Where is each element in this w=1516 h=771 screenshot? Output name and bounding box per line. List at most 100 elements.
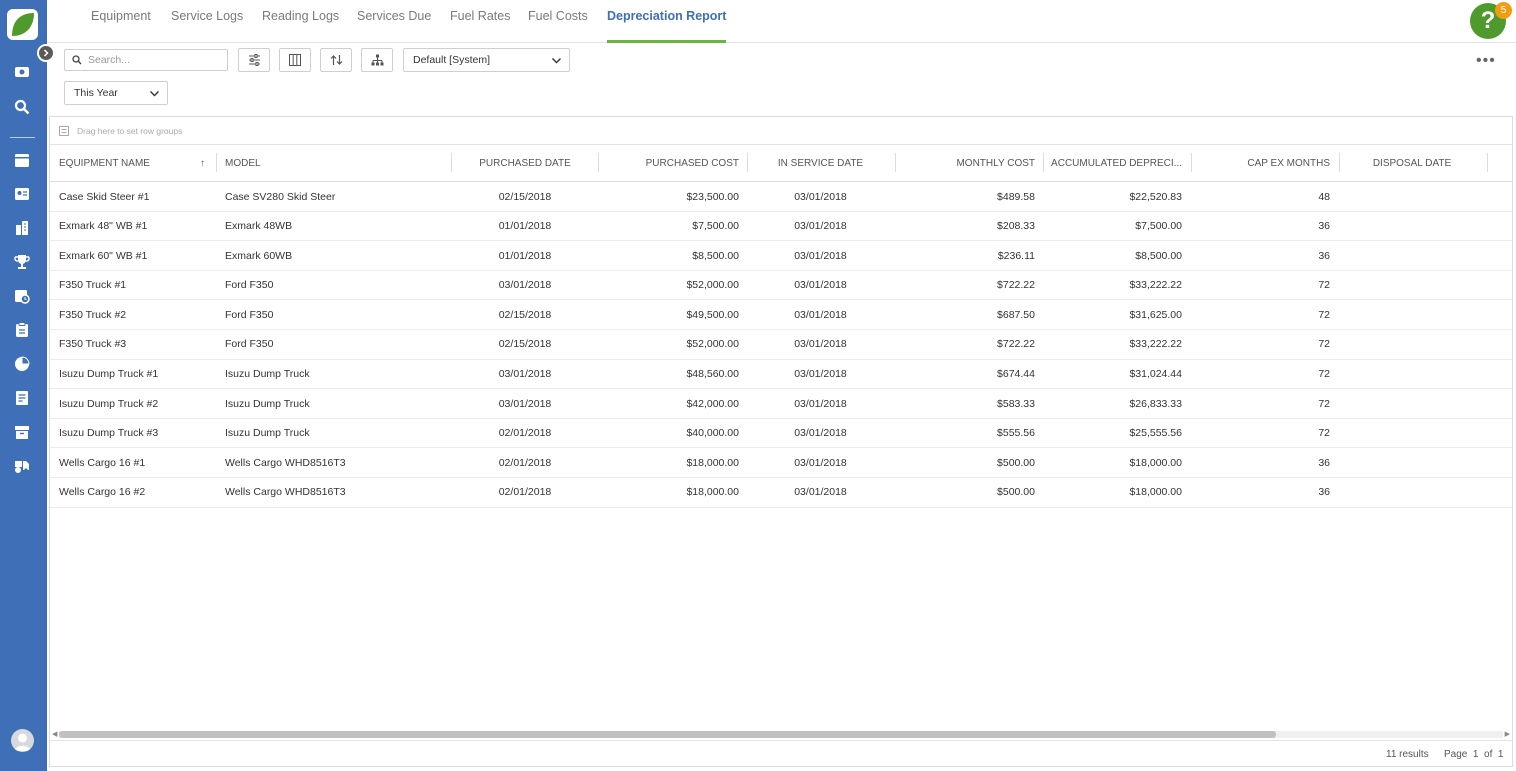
table-cell: Isuzu Dump Truck #1 (59, 368, 159, 381)
scroll-left-icon[interactable]: ◀ (52, 730, 57, 738)
sidebar-item-building[interactable] (13, 219, 31, 237)
tab-equipment[interactable]: Equipment (91, 9, 151, 43)
column-resize-handle[interactable] (451, 153, 452, 172)
column-resize-handle[interactable] (1043, 153, 1044, 172)
more-options-button[interactable]: ••• (1476, 52, 1496, 70)
table-cell: $31,625.00 (1129, 308, 1182, 321)
tab-services-due[interactable]: Services Due (357, 9, 431, 43)
table-row[interactable]: F350 Truck #2 Ford F350 02/15/2018 $49,500.… (50, 300, 1512, 330)
column-resize-handle[interactable] (598, 153, 599, 172)
search-box[interactable] (64, 49, 228, 71)
table-cell: 03/01/2018 (498, 279, 552, 292)
columns-button[interactable] (279, 48, 311, 72)
period-select[interactable]: This Year (64, 81, 168, 105)
sidebar-item-archive[interactable] (13, 423, 31, 441)
hierarchy-icon (371, 54, 383, 66)
scroll-right-icon[interactable]: ▶ (1505, 730, 1510, 738)
table-cell: Exmark 48WB (225, 220, 293, 233)
column-header-equipment-name[interactable]: Equipment Name (59, 145, 209, 182)
sort-ascending-icon[interactable]: ↑ (200, 145, 210, 182)
tab-fuel-rates[interactable]: Fuel Rates (450, 9, 510, 43)
table-cell: 72 (1318, 279, 1330, 292)
row-group-dropzone[interactable]: Drag here to set row groups (50, 117, 1512, 145)
chevron-down-icon (552, 58, 561, 64)
app-logo-icon[interactable] (7, 9, 38, 40)
table-cell: $7,500.00 (1135, 220, 1182, 233)
sidebar-item-trophy[interactable] (13, 253, 31, 271)
sidebar-item-report[interactable] (13, 389, 31, 407)
search-input[interactable] (88, 54, 218, 66)
column-header-purchased-cost[interactable]: Purchased Cost (598, 145, 739, 182)
sidebar-divider (10, 137, 35, 138)
column-resize-handle[interactable] (1339, 153, 1340, 172)
table-row[interactable]: Wells Cargo 16 #1 Wells Cargo WHD8516T3 02… (50, 448, 1512, 478)
sort-button[interactable] (320, 48, 352, 72)
avatar[interactable] (11, 729, 34, 752)
table-row[interactable]: Isuzu Dump Truck #2 Isuzu Dump Truck 03/01… (50, 389, 1512, 419)
table-cell: 48 (1318, 190, 1330, 203)
tab-service-logs[interactable]: Service Logs (171, 9, 243, 43)
table-cell: 03/01/2018 (794, 190, 847, 203)
table-cell: 72 (1318, 397, 1330, 410)
column-header-accumulated-depreci[interactable]: Accumulated Depreci... (1042, 145, 1182, 182)
sidebar-item-schedule[interactable] (13, 287, 31, 305)
chevron-down-icon (150, 91, 159, 97)
table-row[interactable]: Isuzu Dump Truck #1 Isuzu Dump Truck 03/01… (50, 360, 1512, 390)
sidebar-item-dashboard[interactable] (13, 63, 31, 81)
table-cell (1338, 300, 1486, 329)
table-cell: F350 Truck #1 (59, 279, 127, 292)
table-cell: $687.50 (997, 308, 1035, 321)
table-cell: $31,024.44 (1129, 368, 1182, 381)
column-resize-handle[interactable] (747, 153, 748, 172)
table-cell: 72 (1318, 338, 1330, 351)
column-resize-handle[interactable] (1191, 153, 1192, 172)
table-cell: $7,500.00 (692, 220, 739, 233)
tab-fuel-costs[interactable]: Fuel Costs (528, 9, 588, 43)
column-resize-handle[interactable] (216, 153, 217, 172)
table-cell: 03/01/2018 (794, 249, 847, 262)
table-cell: 03/01/2018 (498, 368, 552, 381)
table-cell (1338, 212, 1486, 241)
table-cell: $722.22 (997, 279, 1035, 292)
tab-depreciation-report[interactable]: Depreciation Report (607, 9, 727, 43)
table-row[interactable]: Isuzu Dump Truck #3 Isuzu Dump Truck 02/01… (50, 419, 1512, 449)
table-row[interactable]: F350 Truck #1 Ford F350 03/01/2018 $52,000.… (50, 271, 1512, 301)
view-select[interactable]: Default [System] (403, 48, 570, 72)
table-cell: $18,000.00 (1129, 486, 1182, 499)
table-cell (1338, 330, 1486, 359)
contacts-card-icon (15, 188, 29, 200)
scrollbar-thumb[interactable] (59, 731, 1276, 738)
column-header-purchased-date[interactable]: Purchased Date (452, 145, 598, 182)
tab-reading-logs[interactable]: Reading Logs (262, 9, 339, 43)
sort-arrows-icon (330, 55, 342, 65)
sidebar-expand-button[interactable] (37, 44, 55, 62)
sidebar-item-equipment[interactable] (13, 457, 31, 475)
group-rows-icon (59, 125, 69, 136)
column-header-in-service-date[interactable]: In Service Date (747, 145, 894, 182)
search-icon (14, 99, 30, 115)
column-header-cap-ex-months[interactable]: Cap Ex Months (1190, 145, 1330, 182)
column-resize-handle[interactable] (895, 153, 896, 172)
sidebar-item-search[interactable] (13, 98, 31, 116)
column-header-model[interactable]: Model (225, 145, 445, 182)
sidebar-item-contacts-card[interactable] (13, 185, 31, 203)
table-cell: $25,555.56 (1129, 427, 1182, 440)
group-hierarchy-button[interactable] (361, 48, 393, 72)
filter-settings-button[interactable] (238, 48, 270, 72)
table-row[interactable]: Case Skid Steer #1 Case SV280 Skid Steer 0… (50, 182, 1512, 212)
column-resize-handle[interactable] (1487, 153, 1488, 172)
table-row[interactable]: Exmark 48" WB #1 Exmark 48WB 01/01/2018 $7,… (50, 212, 1512, 242)
sidebar-item-calendar[interactable] (13, 151, 31, 169)
sidebar-item-pie-chart[interactable] (13, 355, 31, 373)
table-cell (1338, 389, 1486, 418)
column-header-disposal-date[interactable]: Disposal Date (1338, 145, 1486, 182)
table-row[interactable]: Exmark 60" WB #1 Exmark 60WB 01/01/2018 $8,… (50, 241, 1512, 271)
table-row[interactable]: Wells Cargo 16 #2 Wells Cargo WHD8516T3 02… (50, 478, 1512, 508)
table-row[interactable]: F350 Truck #3 Ford F350 02/15/2018 $52,000.… (50, 330, 1512, 360)
column-header-monthly-cost[interactable]: Monthly Cost (894, 145, 1035, 182)
table-cell (1338, 448, 1486, 477)
horizontal-scrollbar[interactable]: ◀ ▶ (50, 728, 1512, 740)
table-cell: 36 (1318, 486, 1330, 499)
table-cell: F350 Truck #3 (59, 338, 127, 351)
sidebar-item-clipboard[interactable] (13, 321, 31, 339)
